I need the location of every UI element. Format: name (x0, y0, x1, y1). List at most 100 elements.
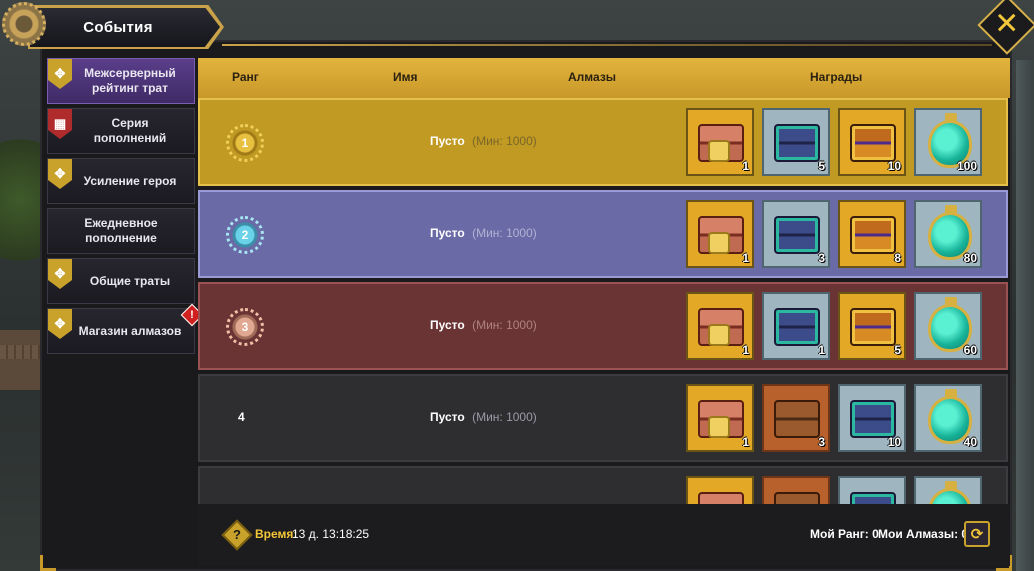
sidebar-item-label: Магазин алмазов (78, 323, 182, 338)
name-cell: Пусто (Мин: 1000) (430, 134, 537, 148)
title-divider (222, 44, 992, 46)
chest-icon (850, 492, 896, 504)
background-pillar (1016, 60, 1034, 571)
reward-item[interactable]: 1 (686, 384, 754, 452)
min-requirement: (Мин: 1000) (472, 410, 537, 424)
time-remaining: 13 д. 13:18:25 (292, 527, 370, 541)
reward-item[interactable]: 5 (838, 292, 906, 360)
footer-bar: ? Время: 13 д. 13:18:25 Мой Ранг: 0 Мои … (198, 504, 1010, 566)
gear-icon (2, 2, 46, 46)
reward-item[interactable]: 100 (914, 108, 982, 176)
name-cell: Пусто (Мин: 1000) (430, 318, 537, 332)
potion-icon (928, 481, 972, 504)
help-icon[interactable]: ? (221, 519, 253, 551)
reward-item[interactable]: 80 (914, 200, 982, 268)
reward-qty: 1 (818, 343, 825, 357)
rewards-list: 1 1 5 60 (686, 292, 982, 360)
reward-qty: 3 (818, 435, 825, 449)
sidebar-item-label: Межсерверный рейтинг трат (84, 66, 176, 95)
reward-item[interactable] (762, 476, 830, 504)
reward-item[interactable]: 1 (686, 200, 754, 268)
sidebar-item-total-spending[interactable]: ✥ Общие траты (47, 258, 195, 304)
background-stone (0, 330, 45, 390)
min-requirement: (Мин: 1000) (472, 134, 537, 148)
puzzle-icon (708, 416, 730, 438)
reward-item[interactable]: 1 (762, 292, 830, 360)
sidebar-item-diamond-shop[interactable]: ✥ Магазин алмазов ! (47, 303, 204, 354)
rewards-list (686, 476, 982, 504)
rewards-list: 1 3 10 40 (686, 384, 982, 452)
reward-item[interactable] (686, 476, 754, 504)
table-header: Ранг Имя Алмазы Награды (198, 58, 1010, 98)
reward-qty: 100 (956, 159, 977, 173)
reward-qty: 1 (742, 343, 749, 357)
table-row: 3 Пусто (Мин: 1000) 1 1 5 60 (198, 282, 1008, 370)
reward-item[interactable]: 10 (838, 108, 906, 176)
reward-item[interactable] (914, 476, 982, 504)
sidebar-item-hero-boost[interactable]: ✥ Усиление героя (47, 158, 195, 204)
pinwheel-icon: ✥ (48, 309, 72, 339)
sidebar-item-daily-topup[interactable]: Ежедневное пополнение (47, 208, 195, 254)
table-row: 1 Пусто (Мин: 1000) 1 5 10 100 (198, 98, 1008, 186)
refresh-button[interactable]: ⟳ (964, 521, 990, 547)
reward-item[interactable]: 8 (838, 200, 906, 268)
reward-item[interactable]: 1 (686, 108, 754, 176)
header-diamonds: Алмазы (568, 70, 617, 84)
sidebar-item-label: Серия пополнений (93, 116, 167, 145)
chest-icon (774, 216, 820, 254)
reward-qty: 5 (818, 159, 825, 173)
reward-item[interactable]: 3 (762, 384, 830, 452)
table-row (198, 466, 1008, 504)
header-rank: Ранг (232, 70, 259, 84)
my-rank: Мой Ранг: 0 (810, 527, 879, 541)
reward-item[interactable] (838, 476, 906, 504)
sidebar: ✥ Межсерверный рейтинг трат ▦ Серия попо… (47, 58, 204, 358)
title-bar: События ✕ (0, 0, 1034, 55)
table-row: 2 Пусто (Мин: 1000) 1 3 8 80 (198, 190, 1008, 278)
chest-icon (774, 308, 820, 346)
chest-icon (774, 492, 820, 504)
rank-crystal-icon: 2 (226, 216, 264, 254)
ranking-table: Ранг Имя Алмазы Награды 1 Пусто (Мин: 10… (198, 58, 1010, 504)
reward-qty: 10 (887, 435, 901, 449)
chest-icon (850, 124, 896, 162)
reward-qty: 10 (887, 159, 901, 173)
reward-qty: 40 (963, 435, 977, 449)
my-diamonds: Мои Алмазы: 0 (878, 527, 969, 541)
sidebar-item-label: Общие траты (89, 273, 171, 288)
refresh-icon: ⟳ (970, 525, 984, 543)
puzzle-icon (708, 232, 730, 254)
reward-item[interactable]: 5 (762, 108, 830, 176)
pinwheel-icon: ✥ (48, 259, 72, 289)
rank-laurel-icon: 1 (226, 124, 264, 162)
reward-item[interactable]: 3 (762, 200, 830, 268)
reward-item[interactable]: 60 (914, 292, 982, 360)
chest-icon (698, 492, 744, 504)
reward-qty: 5 (894, 343, 901, 357)
chest-icon (774, 124, 820, 162)
reward-item[interactable]: 40 (914, 384, 982, 452)
rewards-list: 1 3 8 80 (686, 200, 982, 268)
header-name: Имя (393, 70, 418, 84)
reward-item[interactable]: 10 (838, 384, 906, 452)
reward-item[interactable]: 1 (686, 292, 754, 360)
frame-corner (40, 555, 56, 571)
chest-icon (850, 400, 896, 438)
player-name: Пусто (430, 318, 465, 332)
reward-qty: 3 (818, 251, 825, 265)
sidebar-item-cross-server-spending[interactable]: ✥ Межсерверный рейтинг трат (47, 58, 195, 104)
rank-petal-icon: 3 (226, 308, 264, 346)
puzzle-icon (708, 324, 730, 346)
puzzle-icon (708, 140, 730, 162)
min-requirement: (Мин: 1000) (472, 226, 537, 240)
chest-icon (774, 400, 820, 438)
window-title: События (83, 18, 153, 36)
reward-qty: 1 (742, 251, 749, 265)
reward-qty: 1 (742, 159, 749, 173)
player-name: Пусто (430, 134, 465, 148)
name-cell: Пусто (Мин: 1000) (430, 226, 537, 240)
name-cell: Пусто (Мин: 1000) (430, 410, 537, 424)
chest-icon (850, 308, 896, 346)
sidebar-item-topup-series[interactable]: ▦ Серия пополнений (47, 108, 195, 154)
pinwheel-icon: ✥ (48, 159, 72, 189)
